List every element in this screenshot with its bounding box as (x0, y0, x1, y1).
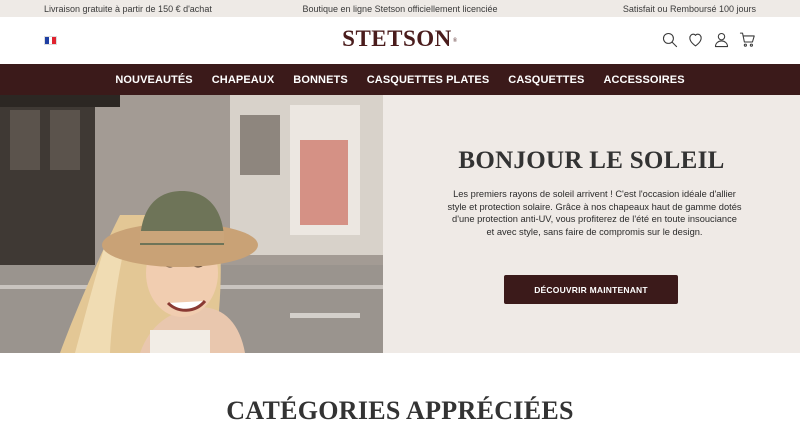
free-shipping-notice: Livraison gratuite à partir de 150 € d'a… (44, 3, 212, 14)
user-icon[interactable] (713, 31, 730, 48)
header-icons (661, 31, 756, 48)
nav-item-chapeaux[interactable]: CHAPEAUX (212, 74, 275, 86)
nav-item-nouveautes[interactable]: NOUVEAUTÉS (115, 74, 192, 86)
search-icon[interactable] (661, 31, 678, 48)
hero-photo-illustration (0, 95, 383, 353)
nav-item-bonnets[interactable]: BONNETS (293, 74, 347, 86)
announcement-bar: Livraison gratuite à partir de 150 € d'a… (0, 0, 800, 17)
hero-image (0, 95, 383, 353)
nav-item-casquettes[interactable]: CASQUETTES (508, 74, 584, 86)
hero-banner: BONJOUR LE SOLEIL Les premiers rayons de… (0, 95, 800, 353)
site-header: STETSON® (0, 17, 800, 64)
logo-registered-mark: ® (452, 38, 458, 44)
popular-categories-title: CATÉGORIES APPRÉCIÉES (226, 396, 574, 424)
hero-description: Les premiers rayons de soleil arrivent !… (447, 189, 742, 237)
discover-now-button[interactable]: DÉCOUVRIR MAINTENANT (504, 275, 678, 304)
hero-title: BONJOUR LE SOLEIL (458, 147, 725, 174)
hero-content: BONJOUR LE SOLEIL Les premiers rayons de… (383, 95, 800, 353)
main-nav: NOUVEAUTÉS CHAPEAUX BONNETS CASQUETTES P… (0, 64, 800, 95)
licensed-store-notice: Boutique en ligne Stetson officiellement… (302, 3, 498, 14)
logo-text: STETSON (342, 26, 452, 51)
cart-icon[interactable] (739, 31, 756, 48)
refund-guarantee-notice: Satisfait ou Remboursé 100 jours (622, 3, 756, 14)
heart-icon[interactable] (687, 31, 704, 48)
nav-item-casquettes-plates[interactable]: CASQUETTES PLATES (367, 74, 490, 86)
nav-item-accessoires[interactable]: ACCESSOIRES (603, 74, 684, 86)
